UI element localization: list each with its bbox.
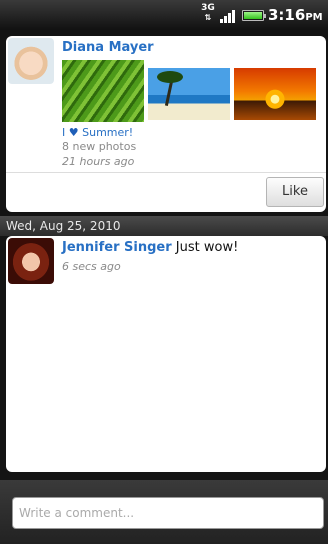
post-timestamp: 6 secs ago (62, 260, 121, 273)
battery-icon (242, 10, 266, 21)
like-button[interactable]: Like (266, 177, 324, 207)
avatar[interactable] (8, 238, 54, 284)
feed-item-jennifer[interactable]: Jennifer Singer Just wow! 6 secs ago (6, 236, 326, 472)
heart-icon: ♥ (68, 126, 79, 139)
album-caption[interactable]: I ♥ Summer! (62, 126, 133, 139)
data-activity-icon: ⇅ (204, 13, 212, 22)
photo-thumbnail[interactable] (62, 60, 144, 122)
photo-thumbnail[interactable] (148, 68, 230, 120)
feed-item-diana[interactable]: Diana Mayer I ♥ Summer! 8 new photos 21 … (6, 36, 326, 212)
poster-name[interactable]: Diana Mayer (62, 40, 154, 55)
status-bar: 3G ⇅ 3:16PM (0, 0, 328, 30)
poster-name[interactable]: Jennifer Singer (62, 240, 172, 255)
caption-suffix: Summer! (82, 126, 134, 139)
clock-ampm: PM (305, 12, 323, 23)
photo-count: 8 new photos (62, 140, 137, 153)
post-timestamp: 21 hours ago (62, 155, 135, 168)
caption-prefix: I (62, 126, 66, 139)
network-indicator: 3G ⇅ (200, 3, 216, 25)
divider (6, 172, 326, 173)
comment-input[interactable] (12, 497, 324, 529)
avatar[interactable] (8, 38, 54, 84)
date-separator: Wed, Aug 25, 2010 (0, 216, 328, 236)
clock-time: 3:16 (268, 6, 306, 24)
photo-thumbnail[interactable] (234, 68, 316, 120)
battery-fill (244, 12, 262, 19)
status-text: Just wow! (175, 240, 239, 255)
signal-strength-icon (220, 9, 236, 23)
network-type: 3G (201, 3, 215, 13)
status-time: 3:16PM (268, 6, 323, 24)
status-line: Jennifer Singer Just wow! (62, 240, 238, 255)
